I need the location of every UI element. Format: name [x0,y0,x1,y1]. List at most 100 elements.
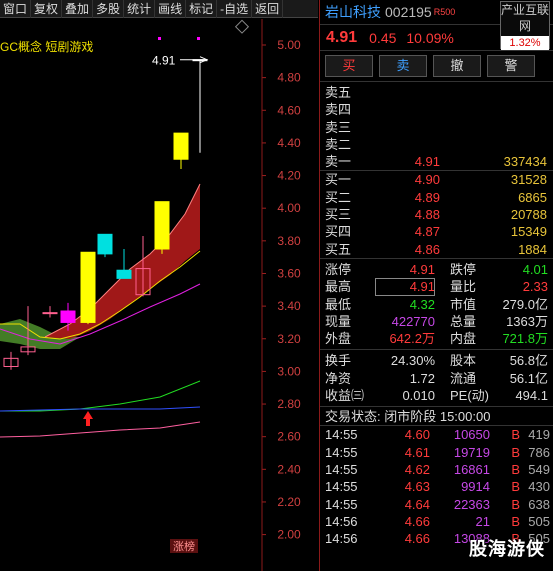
y-tick-label: 2.20 [277,495,301,509]
stat-label: 跌停 [450,261,477,277]
level-label: 买五 [325,241,352,257]
y-tick-label: 2.60 [277,430,301,444]
tick-row: 14:56 4.66 21 B 505 [320,513,553,530]
quote-panel: 岩山科技 002195 R500 产业互联网 1.32% 4.91 0.45 1… [319,0,553,571]
toolbar-button[interactable]: 多股 [93,0,125,18]
tick-d: B [511,479,520,495]
toolbar-button[interactable]: 复权 [31,0,63,18]
level-label: 卖三 [325,119,352,135]
tick-d: B [511,427,520,443]
tick-c: 505 [528,513,550,529]
level-price [400,136,440,153]
stat-row: 净资 1.72 流通 56.1亿 [320,370,553,387]
stat-label: 内盘 [450,331,477,347]
stat-label: 净资 [325,370,352,386]
y-tick-label: 4.40 [277,136,301,150]
stat-row: 最高 4.91 量比 2.33 [320,278,553,296]
tick-list[interactable]: 14:55 4.60 10650 B 419 14:55 4.61 19719 B 786 14:5… [320,426,553,547]
tick-row: 14:55 4.62 16861 B 549 [320,461,553,478]
stat-label: 现量 [325,313,352,329]
watermark: 股海游侠 [469,539,545,559]
tick-t: 14:55 [325,461,358,477]
toolbar-button[interactable]: -自选 [217,0,253,18]
y-tick-label: 3.20 [277,332,301,346]
level-price [400,119,440,136]
price-change: 0.45 [369,29,397,46]
action-button[interactable]: 警 [487,55,535,77]
tick-row: 14:55 4.63 9914 B 430 [320,478,553,495]
tick-d: B [511,461,520,477]
stat-row: 现量 422770 总量 1363万 [320,313,553,330]
toolbar-button[interactable]: 返回 [252,0,284,18]
stat-row: 外盘 642.2万 内盘 721.8万 [320,330,553,347]
stat-label: 外盘 [325,331,352,347]
level-label: 买四 [325,224,352,240]
ma-line-blue [0,406,201,412]
stock-name[interactable]: 岩山科技 [325,2,381,22]
tick-p: 4.61 [404,444,430,460]
action-button[interactable]: 卖 [379,55,427,77]
toolbar-button[interactable]: 标记 [186,0,218,18]
trade-actions: 买卖撤警 [320,50,553,82]
stat-value: 56.8亿 [509,353,548,369]
y-tick-label: 3.80 [277,234,301,248]
level-volume: 6865 [518,189,547,205]
level-volume: 15349 [510,224,547,240]
toolbar-button[interactable]: 叠加 [62,0,94,18]
industry-box[interactable]: 产业互联网 1.32% [500,1,550,50]
stat-value: 4.32 [409,296,435,312]
marker-dot [197,37,200,40]
stat-label: 涨停 [325,261,352,277]
tick-t: 14:55 [325,496,358,512]
level-volume [440,119,553,136]
level-label: 买一 [325,172,352,188]
candle-body [42,312,58,315]
level-label: 卖二 [325,136,352,152]
y-tick-label: 3.60 [277,266,301,280]
level-volume [440,101,553,118]
zt-label: 涨榜 [173,539,195,553]
tick-c: 419 [528,427,550,443]
level-price: 4.90 [414,172,440,188]
stock-code: 002195 [385,4,432,20]
stat-value: 4.91 [375,278,435,296]
y-tick-label: 4.60 [277,103,301,117]
marker-dot [158,37,161,40]
tick-c: 638 [528,496,550,512]
toolbar-button[interactable]: 统计 [124,0,156,18]
tick-v: 10650 [453,427,490,443]
price-change-pct: 10.09% [406,29,454,46]
stats-block-2: 换手 24.30% 股本 56.8亿 净资 1.72 流通 56.1亿 收益㈢ 0.010 PE(动… [320,350,553,408]
y-tick-label: 4.80 [277,71,301,85]
stat-label: 流通 [450,370,477,386]
level-volume: 337434 [503,154,547,170]
tick-t: 14:56 [325,513,358,529]
level-label: 买三 [325,207,352,223]
price-tag: 4.91 [152,54,176,68]
y-tick-label: 4.00 [277,201,301,215]
level-price: 4.89 [414,189,440,205]
tick-d: B [511,513,520,529]
stat-label: 最高 [325,279,352,295]
bid-book: 买一 4.90 31528 买二 4.89 6865 买三 4.88 20788 买四 4.87 15… [320,171,553,259]
tick-row: 14:55 4.61 19719 B 786 [320,444,553,461]
toolbar-button[interactable]: 画线 [155,0,187,18]
level-label: 卖四 [325,102,352,118]
candle-body [116,269,132,279]
stat-value: 56.1亿 [509,370,548,386]
stat-value: 24.30% [390,353,435,369]
ma-line-pink [0,421,201,438]
tick-p: 4.62 [404,461,430,477]
toolbar-button[interactable]: 窗口 [0,0,32,18]
order-book-row: 买二 4.89 6865 [320,189,553,206]
candle-body [154,201,170,250]
y-tick-label: 3.00 [277,364,301,378]
kline-chart[interactable]: 5.00 4.80 4.60 4.40 4.20 4.00 3.80 3.60 3.40 3.20… [0,19,318,571]
stat-value: 4.01 [522,261,548,277]
tick-d: B [511,496,520,512]
action-button[interactable]: 买 [325,55,373,77]
action-button[interactable]: 撤 [433,55,481,77]
stats-block: 涨停 4.91 跌停 4.01 最高 4.91 量比 2.33 最低 4.32 市值 279.0亿 现量… [320,259,553,351]
order-book-row: 卖四 [320,101,553,118]
tick-p: 4.66 [404,513,430,529]
